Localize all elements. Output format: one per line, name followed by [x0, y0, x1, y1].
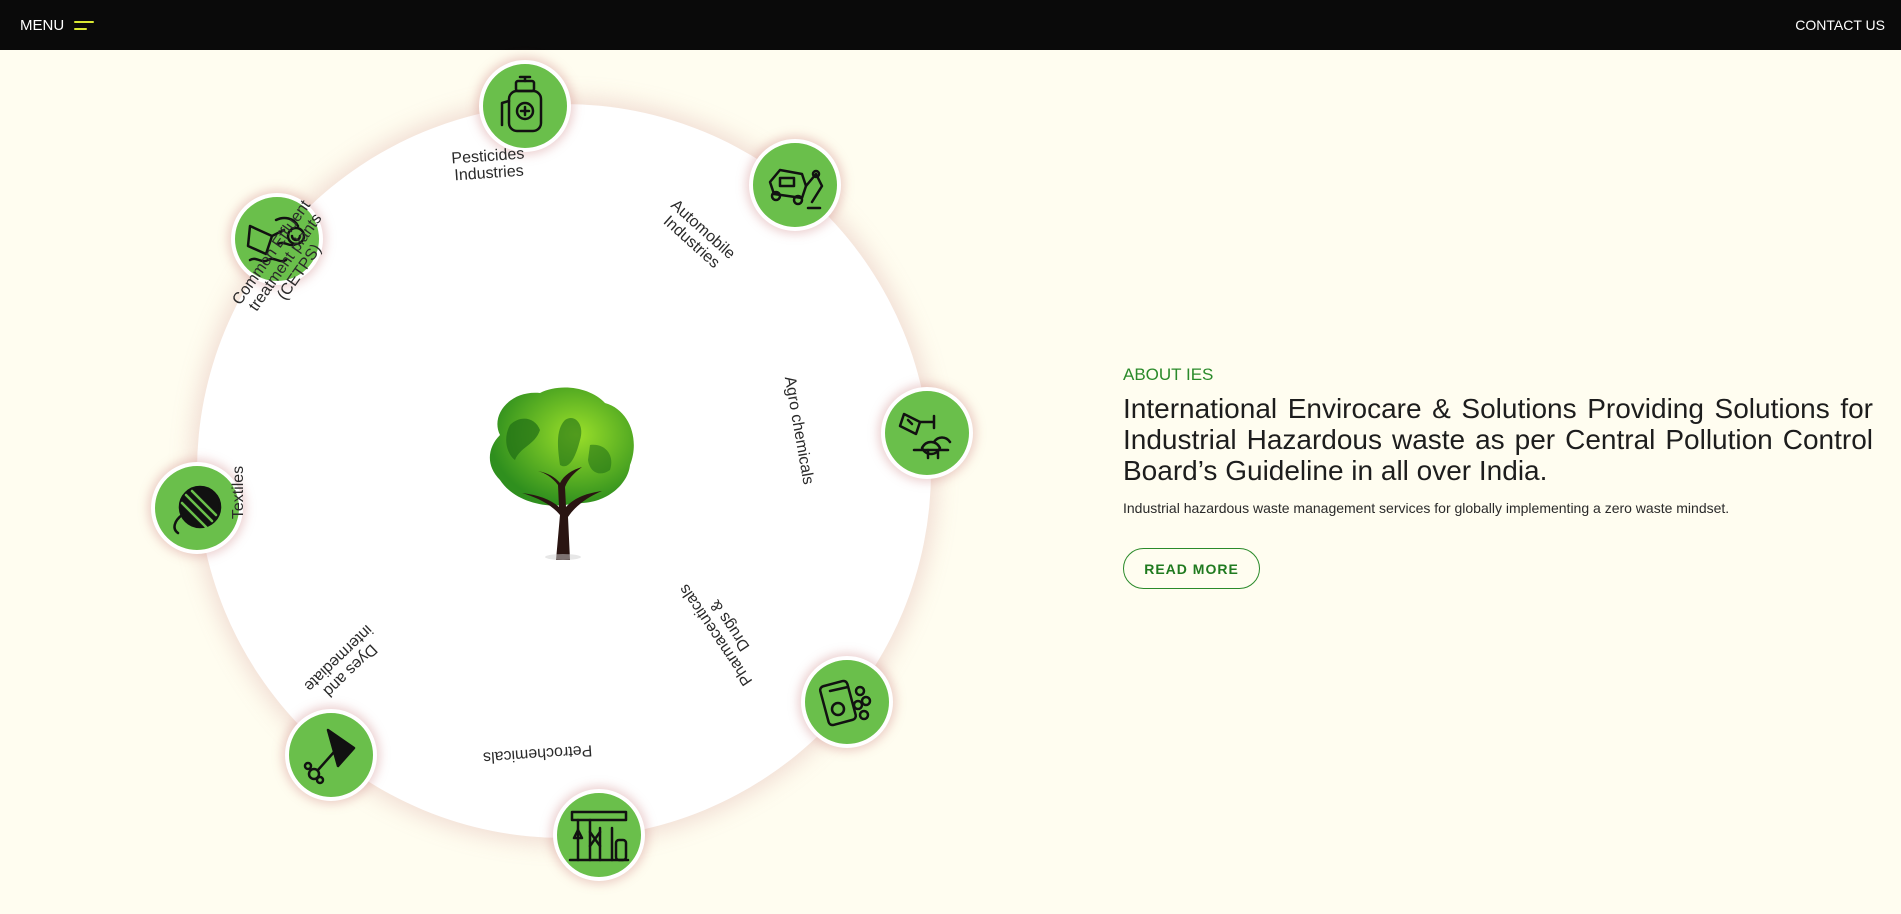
pills-bottle-icon: [818, 679, 872, 727]
car-robot-arm-icon: [768, 168, 824, 210]
agro-chemicals-node[interactable]: [881, 387, 973, 479]
pesticides-industries-node[interactable]: [479, 60, 571, 152]
hamburger-icon: [74, 20, 95, 32]
about-description: Industrial hazardous waste management se…: [1123, 500, 1730, 516]
globe-tree-icon: [489, 387, 634, 560]
menu-button[interactable]: MENU: [20, 17, 95, 34]
about-eyebrow: ABOUT IES: [1123, 365, 1214, 384]
drugs-pharmaceuticals-node[interactable]: [801, 656, 893, 748]
petrochemicals-node[interactable]: [553, 789, 645, 881]
refinery-icon: [568, 810, 630, 862]
dye-flask-icon: [303, 728, 356, 785]
about-title: International Envirocare & Solutions Pro…: [1123, 393, 1873, 486]
label-line: Textiles: [229, 465, 247, 519]
menu-label: MENU: [20, 17, 65, 34]
dyes-intermediate-node[interactable]: [285, 709, 377, 801]
contact-us-link[interactable]: CONTACT US: [1795, 17, 1885, 33]
read-more-button[interactable]: READ MORE: [1123, 548, 1260, 589]
about-section: ABOUT IES International Envirocare & Sol…: [1123, 365, 1873, 589]
flask-wheat-icon: [898, 412, 952, 460]
sprayer-icon: [500, 75, 543, 133]
top-navigation-bar: MENU CONTACT US: [0, 0, 1901, 50]
automobile-industries-node[interactable]: [749, 139, 841, 231]
yarn-ball-icon: [173, 485, 222, 535]
label-pesticides-industries: Pesticides Industries: [450, 145, 525, 184]
label-textiles: Textiles: [230, 465, 247, 518]
